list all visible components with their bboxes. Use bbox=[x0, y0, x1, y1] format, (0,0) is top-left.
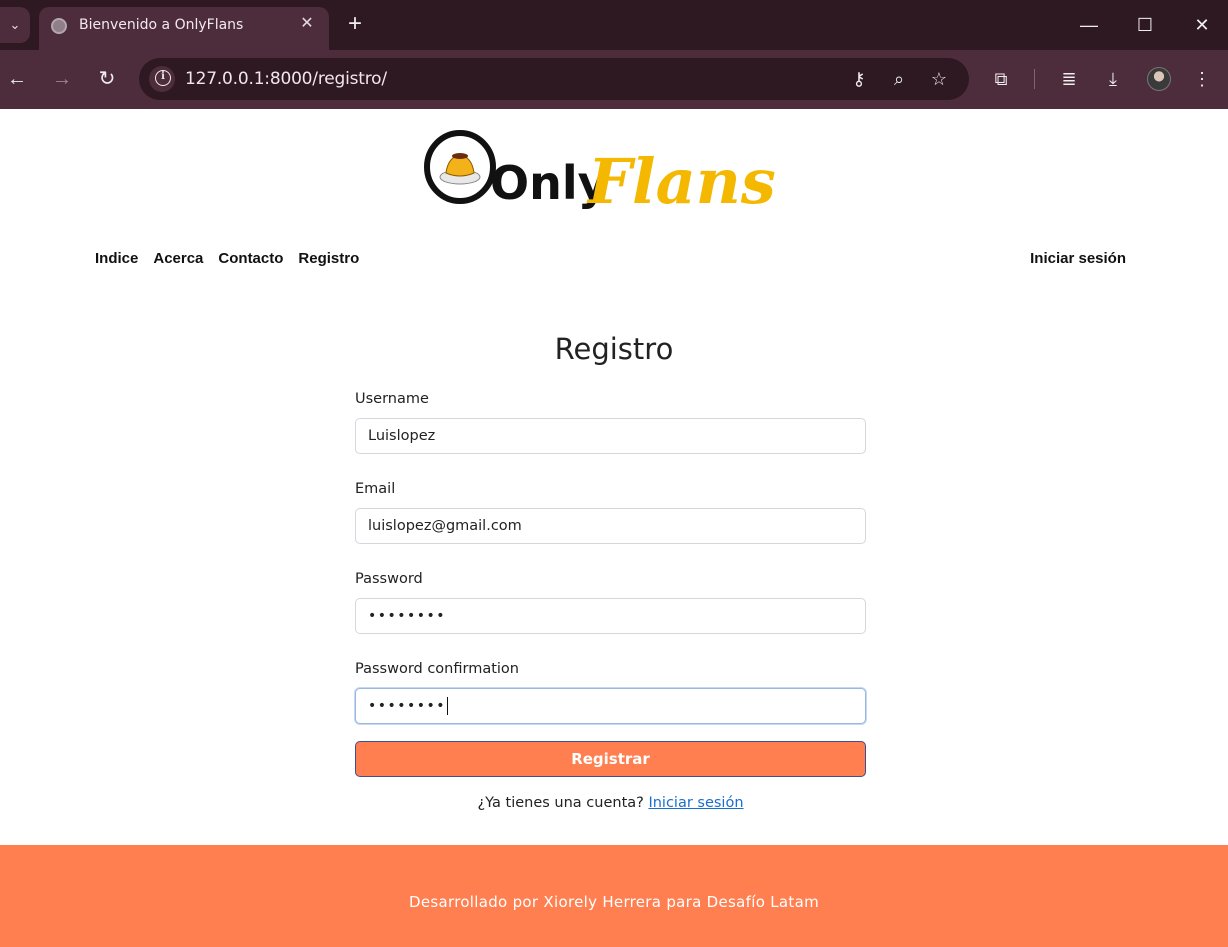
tab-strip: ⌄ Bienvenido a OnlyFlans ✕ + — ☐ ✕ bbox=[0, 0, 1228, 50]
new-tab-button[interactable]: + bbox=[341, 11, 369, 39]
key-icon[interactable]: ⚷ bbox=[847, 67, 871, 91]
minimize-icon[interactable]: — bbox=[1075, 11, 1103, 39]
toolbar-divider bbox=[1034, 69, 1035, 89]
password-label: Password bbox=[355, 571, 423, 587]
tab-title: Bienvenido a OnlyFlans bbox=[79, 17, 244, 33]
username-input[interactable]: Luislopez bbox=[355, 418, 866, 454]
password-confirmation-value: •••••••• bbox=[368, 698, 447, 714]
email-value: luislopez@gmail.com bbox=[368, 518, 522, 534]
login-link[interactable]: Iniciar sesión bbox=[648, 795, 743, 811]
page-title: Registro bbox=[554, 332, 674, 366]
site-info-icon[interactable] bbox=[149, 66, 175, 92]
reload-icon[interactable]: ↻ bbox=[93, 65, 121, 93]
password-confirmation-label: Password confirmation bbox=[355, 661, 519, 677]
close-tab-icon[interactable]: ✕ bbox=[297, 14, 317, 34]
tab-search-chevron-icon[interactable]: ⌄ bbox=[0, 7, 30, 43]
menu-kebab-icon[interactable]: ⋮ bbox=[1188, 65, 1216, 93]
page: Only Flans Indice Acerca Contacto Regist… bbox=[0, 109, 1228, 947]
url-text[interactable]: 127.0.0.1:8000/registro/ bbox=[185, 69, 387, 89]
forward-arrow-icon[interactable]: → bbox=[48, 65, 76, 93]
password-confirmation-input[interactable]: •••••••• bbox=[355, 688, 866, 724]
nav-link-contacto[interactable]: Contacto bbox=[218, 250, 283, 267]
maximize-icon[interactable]: ☐ bbox=[1131, 11, 1159, 39]
footer-text: Desarrollado por Xiorely Herrera para De… bbox=[409, 893, 819, 911]
download-icon[interactable]: ⤓ bbox=[1099, 65, 1127, 93]
main-nav: Indice Acerca Contacto Registro bbox=[95, 250, 359, 267]
browser-toolbar: ← → ↻ 127.0.0.1:8000/registro/ ⚷ ⌕ ☆ ⧉ ≣… bbox=[0, 50, 1228, 109]
onlyflans-logo[interactable]: Only Flans bbox=[420, 123, 792, 219]
close-window-icon[interactable]: ✕ bbox=[1188, 11, 1216, 39]
username-label: Username bbox=[355, 391, 429, 407]
password-input[interactable]: •••••••• bbox=[355, 598, 866, 634]
nav-link-registro[interactable]: Registro bbox=[298, 250, 359, 267]
nav-link-iniciar-sesion[interactable]: Iniciar sesión bbox=[1030, 250, 1126, 267]
registration-form: Username Luislopez Email luislopez@gmail… bbox=[355, 391, 866, 811]
active-tab[interactable]: Bienvenido a OnlyFlans ✕ bbox=[39, 7, 329, 50]
extensions-icon[interactable]: ⧉ bbox=[987, 65, 1015, 93]
media-queue-icon[interactable]: ≣ bbox=[1055, 65, 1083, 93]
nav-link-acerca[interactable]: Acerca bbox=[153, 250, 203, 267]
nav-link-indice[interactable]: Indice bbox=[95, 250, 138, 267]
star-icon[interactable]: ☆ bbox=[927, 67, 951, 91]
password-value: •••••••• bbox=[368, 608, 447, 624]
back-arrow-icon[interactable]: ← bbox=[3, 65, 31, 93]
text-caret bbox=[447, 697, 449, 715]
username-value: Luislopez bbox=[368, 428, 436, 444]
email-input[interactable]: luislopez@gmail.com bbox=[355, 508, 866, 544]
address-bar[interactable]: 127.0.0.1:8000/registro/ ⚷ ⌕ ☆ bbox=[139, 58, 969, 100]
globe-icon bbox=[51, 18, 67, 34]
profile-avatar[interactable] bbox=[1147, 67, 1171, 91]
browser-chrome: ⌄ Bienvenido a OnlyFlans ✕ + — ☐ ✕ ← → ↻… bbox=[0, 0, 1228, 109]
zoom-icon[interactable]: ⌕ bbox=[887, 67, 911, 91]
footer: Desarrollado por Xiorely Herrera para De… bbox=[0, 845, 1228, 947]
login-prompt-text: ¿Ya tienes una cuenta? bbox=[477, 795, 644, 811]
logo-text-flans: Flans bbox=[586, 145, 776, 218]
register-button[interactable]: Registrar bbox=[355, 741, 866, 777]
login-prompt: ¿Ya tienes una cuenta? Iniciar sesión bbox=[355, 795, 866, 811]
email-label: Email bbox=[355, 481, 396, 497]
